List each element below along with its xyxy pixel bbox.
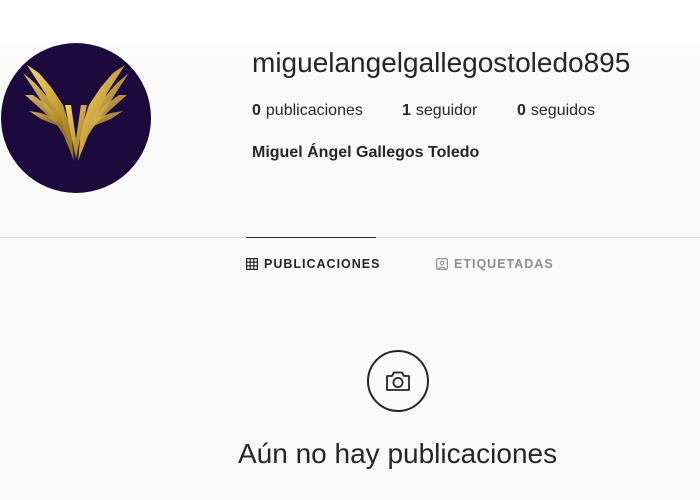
profile-username: miguelangelgallegostoledo895 [252,47,631,78]
empty-state-camera [367,350,429,412]
camera-icon [386,371,410,391]
grid-icon [246,258,258,270]
tab-publicaciones-label: PUBLICACIONES [264,257,381,271]
profile-full-name: Miguel Ángel Gallegos Toledo [252,144,480,161]
tab-etiquetadas[interactable]: ETIQUETADAS [436,238,554,290]
stat-posts: 0 publicaciones [252,100,402,122]
stat-following[interactable]: 0 seguidos [517,100,595,122]
stat-following-label: seguidos [530,102,595,119]
tab-etiquetadas-label: ETIQUETADAS [454,257,554,271]
empty-state-title: Aún no hay publicaciones [238,438,558,469]
tagged-user-icon [436,258,448,270]
profile-avatar[interactable] [1,43,151,193]
stat-posts-label: publicaciones [265,102,363,119]
stat-following-count: 0 [517,102,526,119]
header-background [0,0,700,60]
stat-followers-label: seguidor [415,102,478,119]
stat-followers-count: 1 [402,102,411,119]
profile-stats: 0 publicaciones 1 seguidor 0 seguidos [252,100,595,122]
golden-wings-logo-icon [23,65,129,161]
stat-posts-count: 0 [252,102,261,119]
stat-followers[interactable]: 1 seguidor [402,100,517,122]
tab-publicaciones[interactable]: PUBLICACIONES [246,237,381,290]
